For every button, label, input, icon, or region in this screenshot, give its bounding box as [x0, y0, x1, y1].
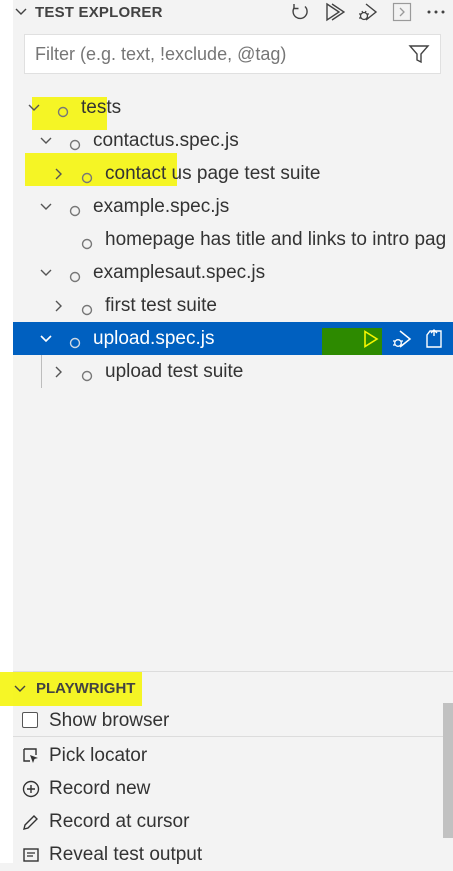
tree-item-label: upload.spec.js: [93, 327, 215, 349]
not-run-status-icon: [81, 168, 93, 183]
tree-item-first-suite[interactable]: first test suite: [13, 289, 453, 322]
output-icon: [22, 846, 40, 864]
header-actions: [289, 0, 453, 24]
chevron-down-icon[interactable]: [13, 4, 29, 20]
pencil-icon: [22, 813, 40, 831]
pick-locator-action[interactable]: Pick locator: [13, 739, 443, 772]
filter-box: [24, 34, 441, 74]
tree-item-example-spec[interactable]: example.spec.js: [13, 190, 453, 223]
tree-item-examplesaut-spec[interactable]: examplesaut.spec.js: [13, 256, 453, 289]
tree-item-label: tests: [81, 96, 122, 118]
run-all-icon[interactable]: [323, 1, 345, 23]
filter-icon[interactable]: [408, 43, 430, 65]
test-explorer-header[interactable]: TEST EXPLORER: [13, 0, 453, 24]
refresh-icon[interactable]: [289, 1, 311, 23]
record-new-label: Record new: [49, 777, 151, 799]
chevron-right-icon[interactable]: [51, 298, 67, 314]
pick-locator-icon: [22, 747, 40, 765]
tree-item-label: contactus.spec.js: [93, 129, 239, 151]
not-run-status-icon: [69, 135, 81, 150]
chevron-down-icon[interactable]: [38, 199, 54, 215]
chevron-down-icon[interactable]: [38, 133, 54, 149]
tree-item-label: examplesaut.spec.js: [93, 261, 266, 283]
show-browser-label: Show browser: [49, 709, 170, 731]
row-actions: [361, 322, 445, 355]
playwright-title: PLAYWRIGHT: [36, 680, 136, 697]
chevron-right-icon[interactable]: [51, 364, 67, 380]
reveal-output-label: Reveal test output: [49, 843, 203, 865]
output-icon[interactable]: [391, 1, 413, 23]
record-at-cursor-label: Record at cursor: [49, 810, 190, 832]
not-run-status-icon: [81, 300, 93, 315]
chevron-down-icon[interactable]: [12, 681, 28, 697]
chevron-down-icon[interactable]: [38, 265, 54, 281]
not-run-status-icon: [69, 267, 81, 282]
pick-locator-label: Pick locator: [49, 744, 148, 766]
record-new-action[interactable]: Record new: [13, 772, 443, 805]
tree-item-contactus-spec[interactable]: contactus.spec.js: [13, 124, 453, 157]
tree-item-label: upload test suite: [105, 360, 244, 382]
debug-all-icon[interactable]: [357, 1, 379, 23]
scrollbar[interactable]: [443, 703, 453, 838]
chevron-down-icon[interactable]: [38, 331, 54, 347]
not-run-status-icon: [69, 201, 81, 216]
tree-item-upload-suite[interactable]: upload test suite: [13, 355, 453, 388]
chevron-right-icon[interactable]: [51, 166, 67, 182]
not-run-status-icon: [81, 234, 93, 249]
tree-item-label: example.spec.js: [93, 195, 230, 217]
record-new-icon: [22, 780, 40, 798]
tree-item-tests[interactable]: tests: [13, 91, 453, 124]
not-run-status-icon: [69, 333, 81, 348]
divider: [13, 736, 443, 737]
filter-input[interactable]: [25, 42, 408, 66]
tree-item-label: contact us page test suite: [105, 162, 321, 184]
tree-item-label: first test suite: [105, 294, 217, 316]
tree-item-label: homepage has title and links to intro pa…: [105, 228, 447, 250]
go-to-test-icon[interactable]: [423, 328, 445, 350]
tree-item-homepage-test[interactable]: homepage has title and links to intro pa…: [13, 223, 453, 256]
playwright-header[interactable]: PLAYWRIGHT: [0, 671, 453, 707]
show-browser-toggle[interactable]: Show browser: [13, 704, 443, 737]
more-icon[interactable]: [425, 1, 447, 23]
reveal-output-action[interactable]: Reveal test output: [13, 838, 443, 871]
debug-test-icon[interactable]: [391, 328, 413, 350]
checkbox[interactable]: [22, 712, 40, 730]
chevron-down-icon[interactable]: [26, 100, 42, 116]
not-run-status-icon: [81, 366, 93, 381]
run-test-icon[interactable]: [361, 329, 381, 349]
not-run-status-icon: [57, 102, 69, 117]
tree-item-upload-spec[interactable]: upload.spec.js: [13, 322, 453, 355]
record-at-cursor-action[interactable]: Record at cursor: [13, 805, 443, 838]
tree-item-contact-suite[interactable]: contact us page test suite: [13, 157, 453, 190]
panel-title: TEST EXPLORER: [35, 3, 163, 21]
